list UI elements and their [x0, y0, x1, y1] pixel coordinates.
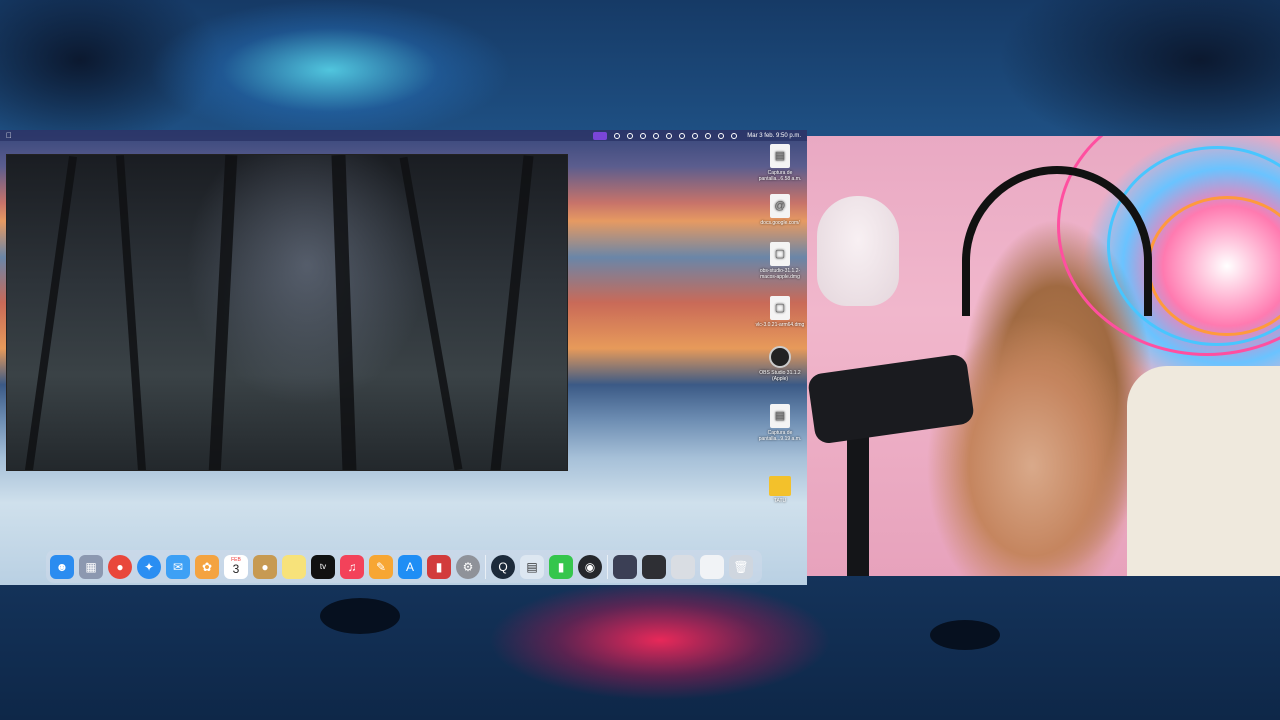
mail-icon[interactable]: ✉: [166, 554, 190, 579]
music-icon[interactable]: ♫: [340, 554, 364, 579]
video-frame-tree: [331, 155, 357, 470]
dmg-file-icon: ▢: [770, 242, 790, 266]
finder-icon[interactable]: ☻: [50, 554, 74, 579]
apple-tv-label: tv: [319, 562, 327, 571]
calendar-day: 3: [232, 562, 240, 576]
desktop-file-label: TATU: [773, 498, 787, 504]
pages-icon[interactable]: ✎: [369, 554, 393, 579]
numbers-icon[interactable]: ▮: [549, 554, 573, 579]
bluetooth-icon[interactable]: [653, 132, 660, 139]
calendar-icon[interactable]: FEB 3: [224, 554, 248, 579]
screenshot-file-icon: ▤: [770, 144, 790, 168]
status-icon[interactable]: [640, 132, 647, 139]
dock-separator: [607, 554, 608, 579]
desktop-file-label: docs.google.com/: [760, 220, 800, 226]
desktop-file-screenshot-2[interactable]: ▤ Captura de pantalla...9.19 a.m.: [752, 404, 807, 442]
desktop-file-vlc-dmg[interactable]: ▢ vlc-3.0.21-arm64.dmg: [752, 296, 807, 328]
menu-bar-status-items: Mar 3 feb. 9:50 p.m.: [593, 131, 801, 140]
safari-icon[interactable]: ✦: [137, 554, 161, 579]
video-frame-tree: [208, 155, 238, 470]
wifi-icon[interactable]: [705, 132, 712, 139]
desktop-app-obs[interactable]: OBS Studio 31.1.2 (Apple): [752, 346, 807, 382]
video-player-window[interactable]: [6, 154, 568, 471]
trash-icon[interactable]: 🗑: [729, 554, 753, 579]
dmg-file-icon: ▢: [770, 296, 790, 320]
background-rock: [320, 598, 400, 634]
folder-icon: [769, 476, 791, 496]
photos-icon[interactable]: ✿: [195, 554, 219, 579]
notes-icon[interactable]: [282, 554, 306, 579]
dock-separator: [485, 554, 486, 579]
plush-toy: [817, 196, 899, 306]
apple-tv-icon[interactable]: tv: [311, 554, 335, 579]
keychain-icon[interactable]: ●: [253, 554, 277, 579]
video-frame-tree: [24, 155, 78, 470]
play-icon[interactable]: [692, 132, 699, 139]
person-sweater: [1127, 366, 1280, 576]
menu-bar-clock[interactable]: Mar 3 feb. 9:50 p.m.: [747, 133, 801, 139]
dock: ☻ ▦ ● ✦ ✉ ✿ FEB 3 ● tv ♫ ✎ A ▮ ⚙ Q ▤ ▮ ◉…: [46, 550, 762, 583]
desktop-file-label: Captura de pantalla...9.19 a.m.: [758, 430, 802, 442]
control-center-icon[interactable]: [731, 132, 738, 139]
desktop-file-screenshot[interactable]: ▤ Captura de pantalla...6.58 a.m.: [752, 144, 807, 182]
chrome-icon[interactable]: ●: [108, 554, 132, 579]
desktop-file-label: vlc-3.0.21-arm64.dmg: [755, 322, 805, 328]
menu-bar:  Mar 3 feb. 9:50 p.m.: [0, 130, 807, 141]
quicktime-icon[interactable]: Q: [491, 554, 515, 579]
mac-desktop-capture:  Mar 3 feb. 9:50 p.m. ▤ Captura de pant…: [0, 130, 807, 585]
status-icon[interactable]: [614, 132, 621, 139]
obs-dock-icon[interactable]: ◉: [578, 554, 602, 579]
video-frame-tree: [115, 155, 147, 470]
apple-menu-icon[interactable]: : [6, 130, 12, 141]
launchpad-icon[interactable]: ▦: [79, 554, 103, 579]
display-icon[interactable]: [666, 132, 673, 139]
desktop-folder-tatu[interactable]: TATU: [752, 476, 807, 504]
screen-record-icon[interactable]: [593, 131, 608, 140]
weblink-icon: @: [770, 194, 790, 218]
recent-window-icon[interactable]: [700, 554, 724, 579]
pdf-app-icon[interactable]: ▮: [427, 554, 451, 579]
desktop-file-obs-dmg[interactable]: ▢ obs-studio-31.1.2-macos-apple.dmg: [752, 242, 807, 280]
microphone: [807, 353, 976, 445]
search-icon[interactable]: [718, 132, 725, 139]
microphone-stand: [847, 426, 869, 576]
desktop-file-weblink[interactable]: @ docs.google.com/: [752, 194, 807, 226]
status-icon[interactable]: [627, 132, 634, 139]
obs-app-icon: [769, 346, 791, 368]
recent-window-icon[interactable]: [642, 554, 666, 579]
status-icon[interactable]: [679, 132, 686, 139]
webcam-overlay: [807, 136, 1280, 576]
desktop-file-label: Captura de pantalla...6.58 a.m.: [758, 170, 802, 182]
desktop-file-label: obs-studio-31.1.2-macos-apple.dmg: [759, 268, 801, 280]
background-rock: [930, 620, 1000, 650]
video-frame-tree: [490, 155, 534, 470]
app-store-icon[interactable]: A: [398, 554, 422, 579]
recent-window-icon[interactable]: [671, 554, 695, 579]
screenshot-file-icon: ▤: [770, 404, 790, 428]
video-frame-tree: [399, 156, 463, 470]
desktop-file-label: OBS Studio 31.1.2 (Apple): [759, 370, 801, 382]
preview-icon[interactable]: ▤: [520, 554, 544, 579]
system-settings-icon[interactable]: ⚙: [456, 554, 480, 579]
recent-window-icon[interactable]: [613, 554, 637, 579]
